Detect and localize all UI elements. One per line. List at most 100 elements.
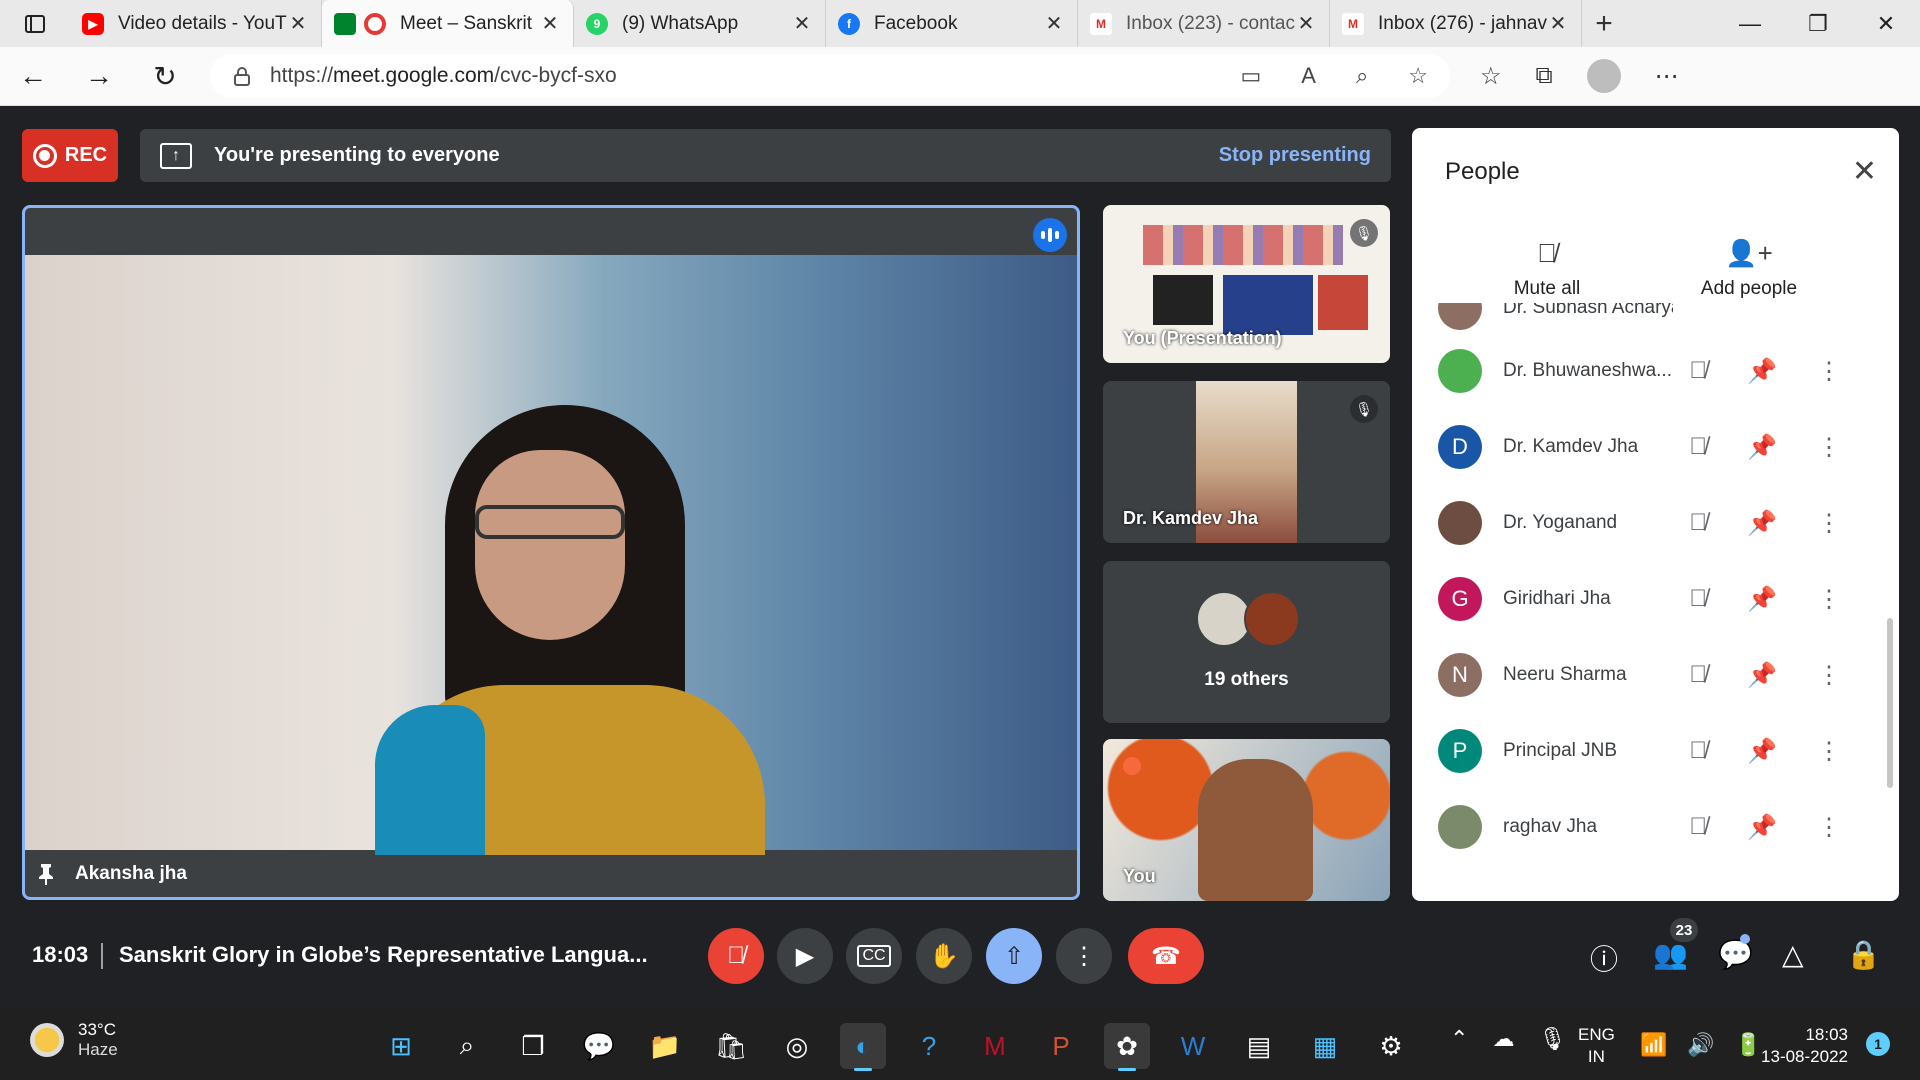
- more-options-icon[interactable]: ⋮: [1817, 813, 1841, 842]
- back-icon[interactable]: ←: [0, 60, 66, 92]
- more-options-icon[interactable]: ⋮: [1817, 357, 1841, 386]
- tab-gmail-contact[interactable]: M Inbox (223) - contact ✕: [1078, 0, 1330, 47]
- close-tab-icon[interactable]: ✕: [791, 11, 813, 36]
- close-window-icon[interactable]: ✕: [1852, 11, 1920, 37]
- wifi-icon[interactable]: 📶: [1640, 1032, 1667, 1058]
- tab-gmail-jahnav[interactable]: M Inbox (276) - jahnav ✕: [1330, 0, 1582, 47]
- collections-icon[interactable]: ⧉: [1536, 62, 1553, 90]
- mic-toggle-button[interactable]: 🎙̸: [708, 928, 764, 984]
- close-tab-icon[interactable]: ✕: [1295, 11, 1317, 36]
- mute-all-button[interactable]: 🎙̸ Mute all: [1482, 238, 1612, 300]
- participant-row[interactable]: raghav Jha 🎙̸ 📌 ⋮: [1412, 789, 1899, 865]
- pin-icon[interactable]: [37, 863, 55, 885]
- pin-icon[interactable]: 📌: [1747, 661, 1777, 690]
- camera-permission-icon[interactable]: ▭: [1240, 63, 1261, 89]
- close-tab-icon[interactable]: ✕: [1043, 11, 1065, 36]
- task-view-icon[interactable]: ❐: [510, 1023, 556, 1069]
- refresh-icon[interactable]: ↻: [132, 60, 198, 93]
- close-tab-icon[interactable]: ✕: [287, 11, 309, 36]
- pin-icon[interactable]: 📌: [1747, 357, 1777, 386]
- read-aloud-icon[interactable]: A: [1301, 63, 1316, 89]
- close-tab-icon[interactable]: ✕: [539, 11, 561, 36]
- pin-icon[interactable]: 📌: [1747, 509, 1777, 538]
- participant-row[interactable]: D Dr. Kamdev Jha 🎙̸ 📌 ⋮: [1412, 409, 1899, 485]
- participant-tile-kamdev[interactable]: 🎙 Dr. Kamdev Jha: [1103, 381, 1390, 543]
- more-options-icon[interactable]: ⋮: [1817, 661, 1841, 690]
- teams-chat-icon[interactable]: 💬: [576, 1023, 622, 1069]
- cloud-icon[interactable]: ☁: [1492, 1026, 1514, 1052]
- more-menu-icon[interactable]: ⋯: [1655, 62, 1679, 91]
- tab-whatsapp[interactable]: 9 (9) WhatsApp ✕: [574, 0, 826, 47]
- profile-avatar[interactable]: [1586, 59, 1621, 93]
- activities-icon[interactable]: △: [1782, 938, 1804, 971]
- url-field[interactable]: https://meet.google.com/cvc-bycf-sxo ▭ A…: [210, 54, 1450, 98]
- weather-widget[interactable]: 33°C Haze: [30, 1020, 118, 1060]
- clock-date[interactable]: 18:03 13-08-2022: [1760, 1024, 1848, 1068]
- pin-icon[interactable]: 📌: [1747, 813, 1777, 842]
- tab-actions-icon[interactable]: [0, 0, 70, 47]
- more-options-icon[interactable]: ⋮: [1817, 509, 1841, 538]
- zoom-icon[interactable]: ⌕: [1356, 63, 1368, 89]
- settings-icon[interactable]: ⚙: [1368, 1023, 1414, 1069]
- raise-hand-button[interactable]: ✋: [916, 928, 972, 984]
- presentation-tile[interactable]: 🎙 You (Presentation): [1103, 205, 1390, 363]
- meeting-info-icon[interactable]: ⓘ: [1590, 938, 1618, 978]
- participant-row[interactable]: Dr. Bhuwaneshwa... 🎙̸ 📌 ⋮: [1412, 333, 1899, 409]
- battery-icon[interactable]: 🔋: [1735, 1032, 1762, 1058]
- file-explorer-icon[interactable]: 📁: [642, 1023, 688, 1069]
- stop-presenting-button[interactable]: Stop presenting: [1219, 144, 1371, 167]
- mic-off-icon[interactable]: 🎙̸: [1689, 737, 1707, 766]
- mic-off-icon[interactable]: 🎙̸: [1689, 661, 1707, 690]
- chevron-up-icon[interactable]: ⌃: [1450, 1026, 1468, 1052]
- help-icon[interactable]: ?: [906, 1023, 952, 1069]
- leave-call-button[interactable]: ☎: [1128, 928, 1204, 984]
- add-favorite-icon[interactable]: ☆: [1408, 63, 1428, 89]
- microphone-icon[interactable]: 🎙: [1538, 1026, 1566, 1052]
- self-tile[interactable]: You: [1103, 739, 1390, 901]
- more-options-button[interactable]: ⋮: [1056, 928, 1112, 984]
- powerpoint-icon[interactable]: P: [1038, 1023, 1084, 1069]
- restore-icon[interactable]: ❐: [1784, 11, 1852, 37]
- edge-icon[interactable]: ◐: [840, 1023, 886, 1071]
- close-panel-icon[interactable]: ✕: [1852, 154, 1877, 189]
- camera-toggle-button[interactable]: ▶: [777, 928, 833, 984]
- others-tile[interactable]: 19 others: [1103, 561, 1390, 723]
- volume-icon[interactable]: 🔊: [1687, 1032, 1714, 1058]
- recording-badge[interactable]: REC: [22, 129, 118, 182]
- pin-icon[interactable]: 📌: [1747, 433, 1777, 462]
- participant-row[interactable]: Dr. Yoganand 🎙̸ 📌 ⋮: [1412, 485, 1899, 561]
- photos-icon[interactable]: ✿: [1104, 1023, 1150, 1071]
- main-speaker-tile[interactable]: Akansha jha: [22, 205, 1080, 900]
- mic-off-icon[interactable]: 🎙̸: [1689, 357, 1707, 386]
- favorites-icon[interactable]: ☆: [1480, 62, 1502, 91]
- store-icon[interactable]: 🛍: [708, 1023, 754, 1069]
- people-icon[interactable]: 👥: [1653, 938, 1688, 971]
- participant-row[interactable]: P Principal JNB 🎙̸ 📌 ⋮: [1412, 713, 1899, 789]
- mic-off-icon[interactable]: 🎙̸: [1689, 585, 1707, 614]
- participant-row[interactable]: N Neeru Sharma 🎙̸ 📌 ⋮: [1412, 637, 1899, 713]
- tab-facebook[interactable]: f Facebook ✕: [826, 0, 1078, 47]
- close-tab-icon[interactable]: ✕: [1547, 11, 1569, 36]
- pin-icon[interactable]: 📌: [1747, 737, 1777, 766]
- more-options-icon[interactable]: ⋮: [1817, 737, 1841, 766]
- forward-icon[interactable]: →: [66, 60, 132, 92]
- mic-off-icon[interactable]: 🎙̸: [1689, 813, 1707, 842]
- scrollbar[interactable]: [1887, 618, 1893, 788]
- tab-youtube[interactable]: ▶ Video details - YouTube ✕: [70, 0, 322, 47]
- participant-row[interactable]: Dr. Subhash Acharya: [1412, 303, 1899, 333]
- captions-button[interactable]: CC: [846, 928, 902, 984]
- mic-off-icon[interactable]: 🎙̸: [1689, 433, 1707, 462]
- word-icon[interactable]: W: [1170, 1023, 1216, 1069]
- start-icon[interactable]: ⊞: [378, 1023, 424, 1069]
- pin-icon[interactable]: 📌: [1747, 585, 1777, 614]
- more-options-icon[interactable]: ⋮: [1817, 433, 1841, 462]
- app-icon[interactable]: ◎: [774, 1023, 820, 1069]
- new-tab-icon[interactable]: +: [1582, 7, 1626, 41]
- participant-row[interactable]: G Giridhari Jha 🎙̸ 📌 ⋮: [1412, 561, 1899, 637]
- more-options-icon[interactable]: ⋮: [1817, 585, 1841, 614]
- media-app-icon[interactable]: ▤: [1236, 1023, 1282, 1069]
- search-icon[interactable]: ⌕: [444, 1023, 490, 1069]
- host-controls-icon[interactable]: 🔒: [1846, 938, 1881, 971]
- mic-off-icon[interactable]: 🎙̸: [1689, 509, 1707, 538]
- tab-meet[interactable]: Meet – Sanskrit ✕: [322, 0, 574, 47]
